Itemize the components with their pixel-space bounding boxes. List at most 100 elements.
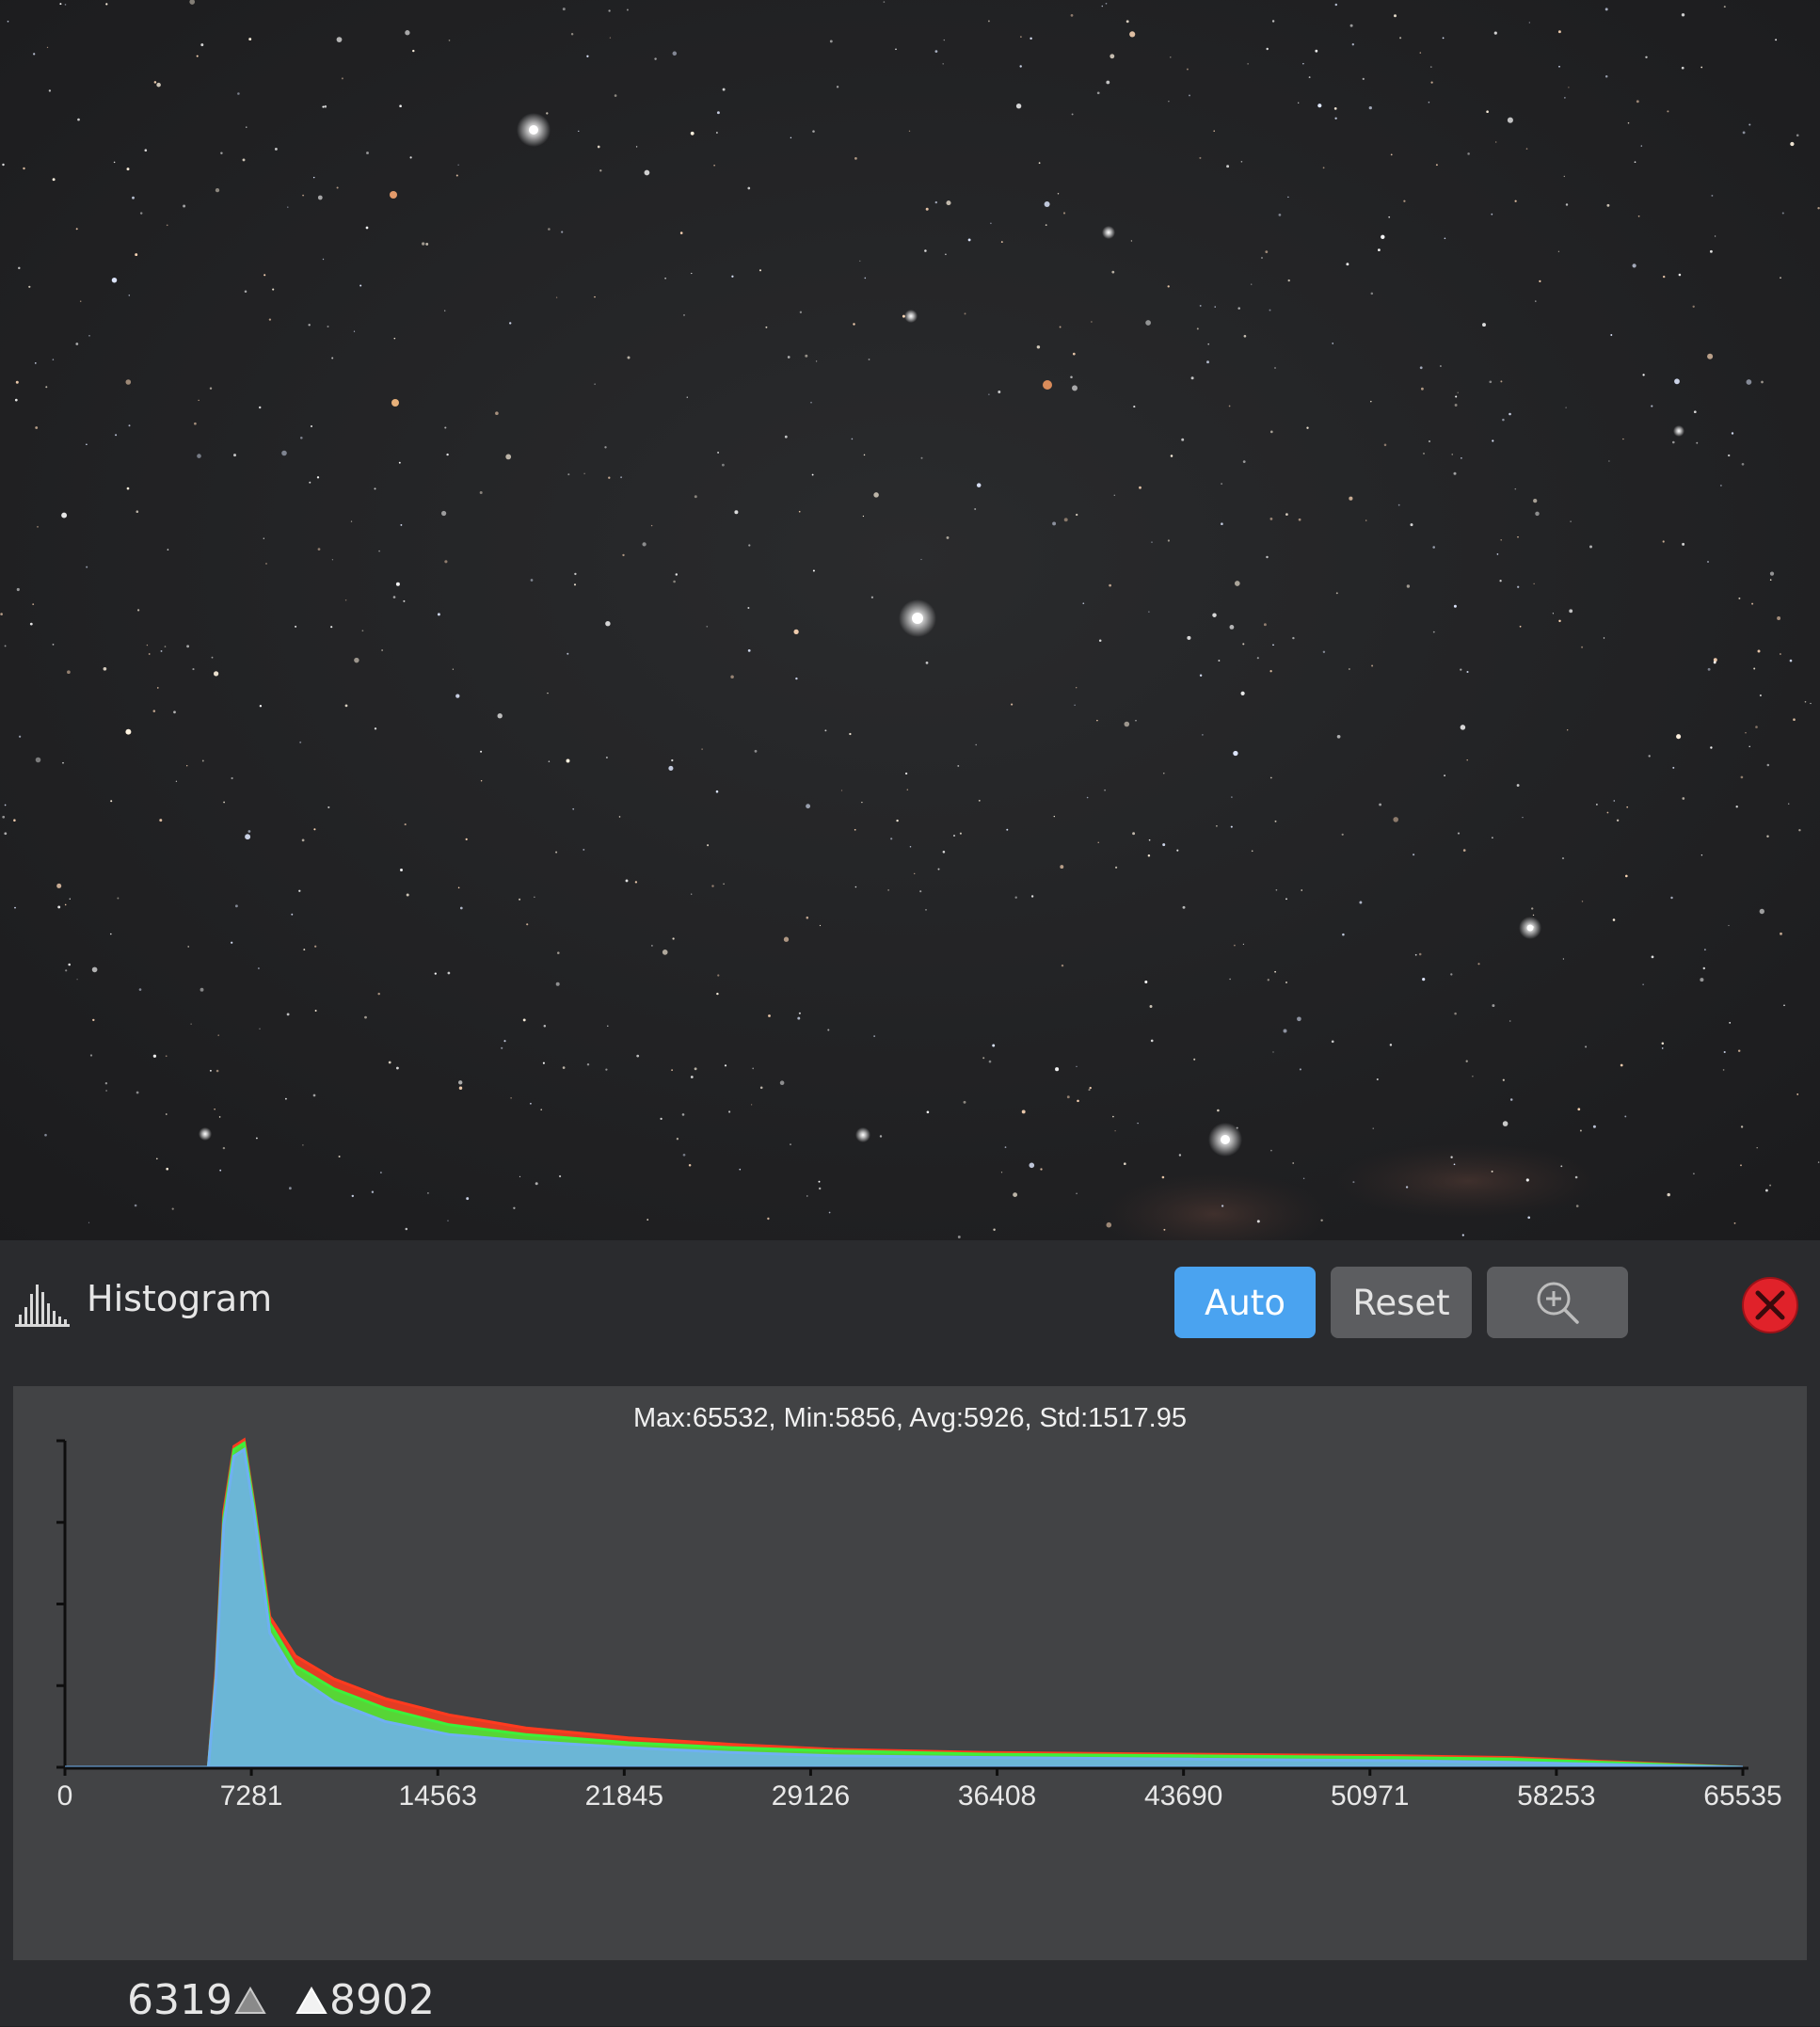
star — [1535, 300, 1537, 302]
star — [248, 38, 252, 41]
star — [1531, 907, 1534, 910]
star — [1057, 193, 1060, 195]
star — [245, 834, 251, 840]
star — [1251, 850, 1253, 853]
star — [1403, 200, 1406, 202]
star — [331, 357, 334, 359]
black-point-marker[interactable]: 6319 — [127, 1974, 268, 2027]
star — [1604, 8, 1608, 11]
star — [1061, 964, 1064, 967]
star — [1561, 857, 1565, 860]
star — [605, 1068, 608, 1071]
auto-button[interactable]: Auto — [1174, 1267, 1316, 1338]
star — [908, 130, 911, 132]
star — [365, 226, 369, 230]
star — [1399, 37, 1402, 40]
star — [1193, 1058, 1196, 1061]
star — [683, 314, 685, 316]
zoom-button[interactable] — [1487, 1267, 1628, 1338]
star — [295, 625, 297, 628]
star — [1419, 366, 1423, 370]
star — [209, 1069, 212, 1072]
star — [1608, 460, 1610, 462]
star — [1682, 797, 1685, 800]
star — [331, 559, 334, 561]
star — [586, 1062, 590, 1066]
star — [1242, 943, 1245, 946]
star — [259, 705, 263, 708]
star — [715, 790, 719, 793]
star — [377, 992, 380, 996]
star — [405, 1227, 408, 1231]
star — [1558, 619, 1561, 623]
star — [1196, 327, 1199, 330]
star — [1502, 1121, 1509, 1126]
star — [447, 971, 451, 975]
star — [1272, 644, 1274, 646]
star — [1636, 100, 1639, 104]
star — [374, 727, 377, 730]
star — [1640, 145, 1643, 147]
star — [265, 563, 267, 565]
star — [1242, 460, 1246, 463]
star — [126, 487, 130, 490]
star — [1162, 843, 1166, 847]
star — [1624, 1115, 1627, 1118]
star — [79, 300, 82, 302]
star — [308, 324, 311, 327]
star — [1106, 1221, 1112, 1228]
star — [1129, 31, 1136, 38]
star — [758, 269, 762, 272]
image-view[interactable] — [0, 0, 1820, 1240]
star — [400, 523, 403, 526]
star — [1453, 604, 1457, 608]
histogram-chart[interactable]: Max:65532, Min:5856, Avg:5926, Std:1517.… — [13, 1386, 1807, 1960]
star — [152, 710, 156, 712]
star — [1738, 597, 1741, 599]
star — [1371, 664, 1374, 667]
star — [1714, 235, 1716, 237]
star — [257, 967, 260, 969]
star — [1114, 1130, 1116, 1132]
star — [1105, 2, 1108, 5]
star — [513, 1206, 516, 1209]
star — [126, 168, 130, 171]
x-tick-label: 29126 — [772, 1780, 850, 1812]
star — [1769, 579, 1772, 581]
star — [597, 145, 600, 149]
star — [1759, 694, 1762, 697]
star — [139, 212, 143, 215]
star — [1266, 47, 1269, 51]
star — [1388, 215, 1391, 218]
star — [336, 37, 343, 42]
star — [444, 426, 447, 429]
star — [117, 897, 120, 900]
histogram-plot[interactable]: 0 7281 14563 21845 29126 36408 43690 50971 58253… — [13, 1386, 1807, 1960]
star — [18, 735, 22, 738]
star — [1096, 91, 1100, 95]
star — [57, 905, 61, 909]
star — [7, 20, 9, 23]
close-icon[interactable] — [1741, 1276, 1799, 1334]
star — [406, 893, 409, 897]
star — [1274, 820, 1277, 822]
reset-button[interactable]: Reset — [1331, 1267, 1472, 1338]
star — [1648, 755, 1651, 758]
star — [913, 872, 916, 875]
star — [173, 710, 176, 714]
star — [1500, 539, 1502, 541]
star — [144, 149, 148, 152]
star — [1581, 901, 1584, 902]
star — [1070, 375, 1073, 378]
star — [1502, 418, 1505, 422]
star — [828, 1211, 831, 1214]
white-point-marker[interactable]: 8902 — [294, 1974, 435, 2027]
star — [1562, 958, 1565, 960]
star — [1098, 639, 1102, 643]
star — [1014, 896, 1017, 899]
star — [734, 510, 739, 515]
star — [1302, 1177, 1305, 1180]
star — [620, 476, 623, 479]
star — [546, 112, 549, 115]
star — [1206, 360, 1209, 364]
